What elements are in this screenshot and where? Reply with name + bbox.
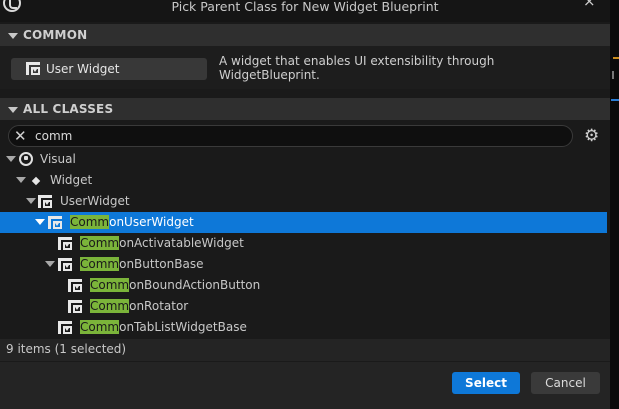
tree-row-label-rest: onUserWidget xyxy=(109,215,194,229)
tree-row-label-rest: onActivatableWidget xyxy=(119,236,244,250)
search-match-highlight: Comm xyxy=(80,257,120,271)
common-section-header[interactable]: COMMON xyxy=(0,24,610,48)
tree-row-label: CommonButtonBase xyxy=(80,257,203,271)
select-button[interactable]: Select xyxy=(452,372,520,394)
tree-row-label: Visual xyxy=(40,152,76,166)
user-widget-icon xyxy=(26,62,40,75)
search-input[interactable]: ✕ comm xyxy=(8,125,573,147)
expand-arrow-icon[interactable] xyxy=(16,177,26,183)
search-match-highlight: Comm xyxy=(90,299,130,313)
all-classes-section-header[interactable]: ALL CLASSES xyxy=(0,98,610,122)
tree-row-commonrotator[interactable]: CommonRotator xyxy=(0,296,607,317)
tree-row-label-rest: onTabListWidgetBase xyxy=(119,320,247,334)
tree-row-commonuserwidget[interactable]: CommonUserWidget xyxy=(0,212,607,233)
visual-icon xyxy=(19,152,33,166)
user-widget-icon xyxy=(58,237,72,250)
expand-arrow-icon[interactable] xyxy=(45,261,55,267)
common-section-body: User Widget A widget that enables UI ext… xyxy=(0,46,610,89)
tree-row-label: CommonActivatableWidget xyxy=(80,236,244,250)
search-match-highlight: Comm xyxy=(80,320,120,334)
all-classes-section-label: ALL CLASSES xyxy=(23,102,114,116)
background-mark xyxy=(613,57,619,59)
user-widget-button[interactable]: User Widget xyxy=(11,58,207,80)
tree-row-label: CommonTabListWidgetBase xyxy=(80,320,247,334)
background-editor-strip xyxy=(610,0,619,409)
tree-row-label-rest: onRotator xyxy=(129,299,189,313)
dialog-footer: 9 items (1 selected) Select Cancel xyxy=(0,339,610,409)
tree-row-commontablistwidgetbase[interactable]: CommonTabListWidgetBase xyxy=(0,317,607,338)
close-icon[interactable]: × xyxy=(583,0,596,9)
search-match-highlight: Comm xyxy=(70,215,110,229)
footer-divider xyxy=(0,361,610,362)
tree-row-label: CommonUserWidget xyxy=(70,215,194,229)
user-widget-icon xyxy=(58,321,72,334)
user-widget-icon xyxy=(68,279,82,292)
expand-arrow-icon[interactable] xyxy=(6,156,16,162)
tree-row-commonboundactionbutton[interactable]: CommonBoundActionButton xyxy=(0,275,607,296)
gear-icon[interactable]: ⚙ xyxy=(584,127,599,145)
user-widget-icon xyxy=(58,258,72,271)
tree-row-userwidget[interactable]: UserWidget xyxy=(0,191,607,212)
tree-row-widget[interactable]: Widget xyxy=(0,170,607,191)
user-widget-icon xyxy=(48,216,62,229)
clear-search-icon[interactable]: ✕ xyxy=(14,127,27,145)
window-title: Pick Parent Class for New Widget Bluepri… xyxy=(171,0,439,14)
cancel-button[interactable]: Cancel xyxy=(531,372,600,394)
tree-row-visual[interactable]: Visual xyxy=(0,149,607,170)
user-widget-icon xyxy=(68,300,82,313)
tree-row-label: UserWidget xyxy=(60,194,130,208)
item-count-status: 9 items (1 selected) xyxy=(6,342,127,356)
collapse-triangle-icon xyxy=(8,33,18,39)
user-widget-button-label: User Widget xyxy=(46,62,120,76)
tree-row-commonbuttonbase[interactable]: CommonButtonBase xyxy=(0,254,607,275)
tree-row-commonactivatablewidget[interactable]: CommonActivatableWidget xyxy=(0,233,607,254)
title-bar: Pick Parent Class for New Widget Bluepri… xyxy=(0,0,610,22)
tree-row-label: Widget xyxy=(50,173,93,187)
tree-row-label-rest: onBoundActionButton xyxy=(129,278,261,292)
collapse-triangle-icon xyxy=(8,107,18,113)
widget-diamond-icon xyxy=(31,176,41,186)
search-match-highlight: Comm xyxy=(80,236,120,250)
user-widget-icon xyxy=(38,195,52,208)
expand-arrow-icon[interactable] xyxy=(35,219,45,225)
common-section-label: COMMON xyxy=(23,28,88,42)
expand-arrow-icon[interactable] xyxy=(26,198,36,204)
user-widget-description: A widget that enables UI extensibility t… xyxy=(219,54,495,82)
background-mark xyxy=(611,99,619,101)
search-match-highlight: Comm xyxy=(90,278,130,292)
tree-row-label: CommonRotator xyxy=(90,299,188,313)
tree-row-label-rest: onButtonBase xyxy=(119,257,204,271)
search-input-value: comm xyxy=(35,129,73,143)
background-mark xyxy=(612,71,614,79)
tree-row-label: CommonBoundActionButton xyxy=(90,278,260,292)
